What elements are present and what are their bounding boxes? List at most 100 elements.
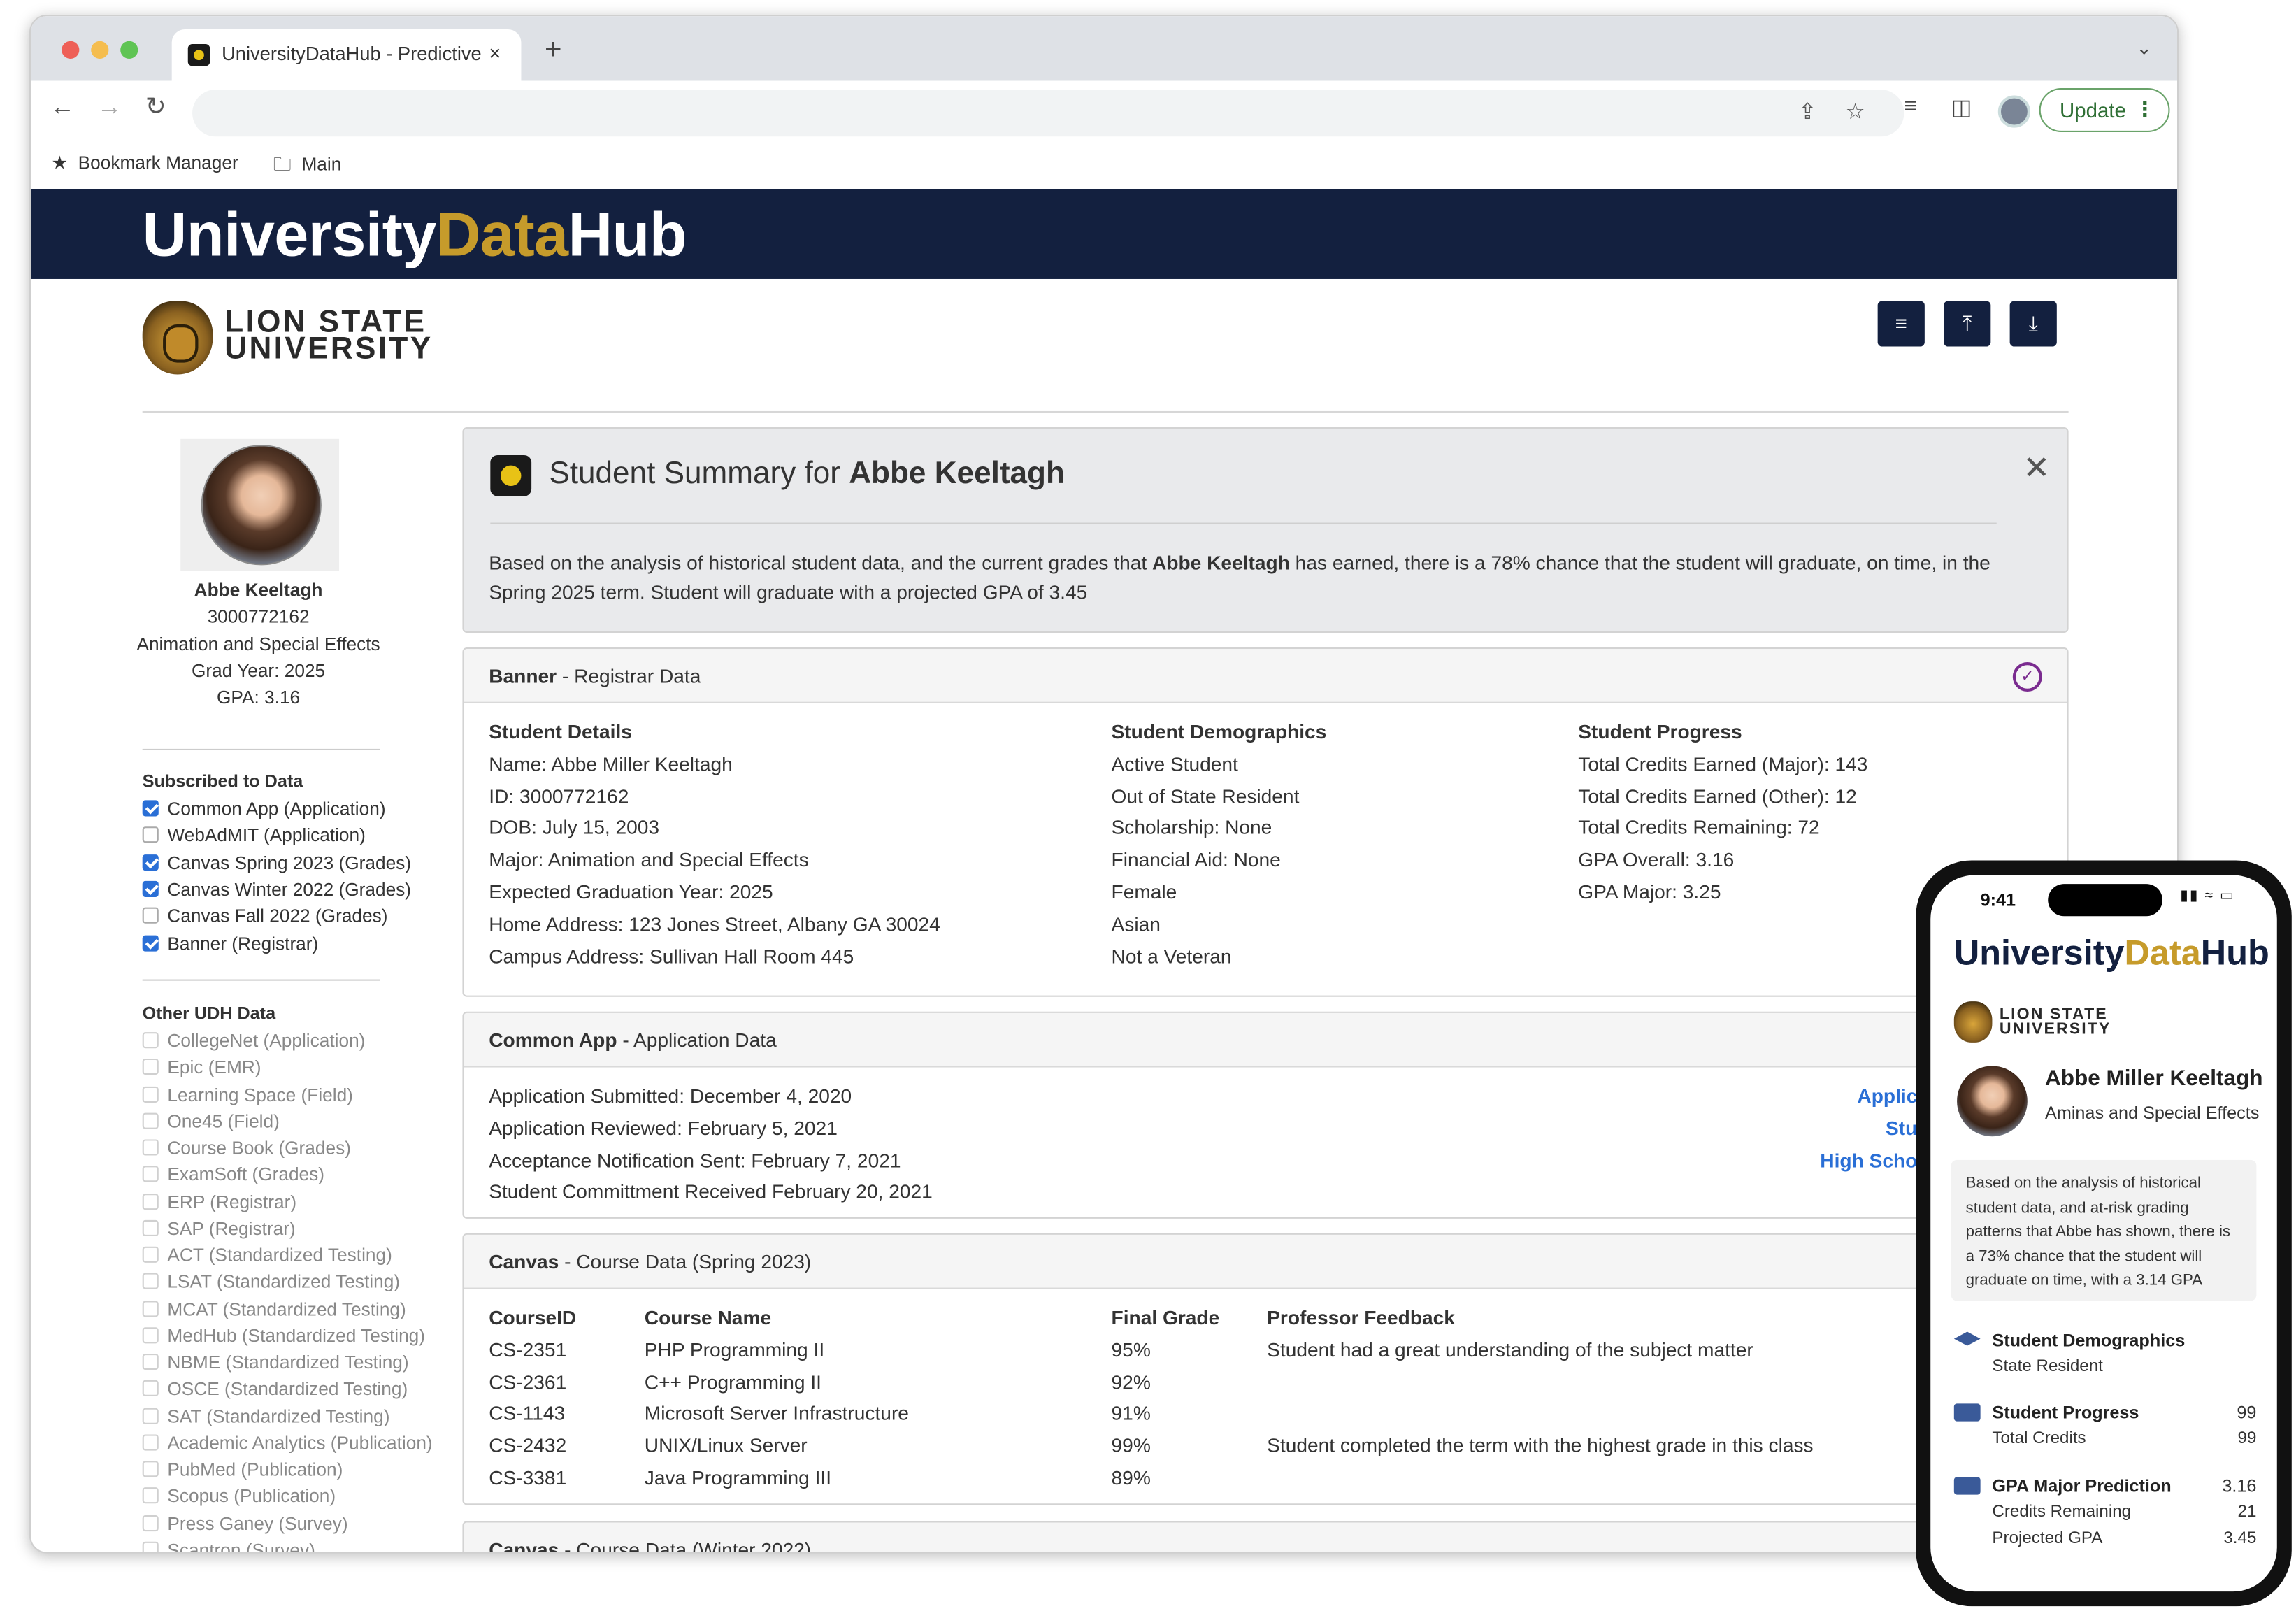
high-school-link[interactable]: High Scho (1820, 1145, 1917, 1177)
table-row[interactable]: CS-1143 Microsoft Server Infrastructure 91… (489, 1398, 2045, 1431)
student-link[interactable]: Stu (1886, 1112, 1917, 1145)
address-bar[interactable]: ⇪ ☆ (192, 90, 1904, 137)
other-data-item[interactable]: PubMed (Publication) (142, 1459, 343, 1480)
close-icon[interactable]: ✕ (2023, 450, 2051, 488)
maximize-window-button[interactable] (120, 41, 138, 59)
other-data-item[interactable]: Scopus (Publication) (142, 1487, 336, 1507)
profile-avatar[interactable] (1997, 95, 2031, 128)
canvas-spring-card-header[interactable]: Canvas - Course Data (Spring 2023) (464, 1234, 2067, 1289)
checkbox[interactable] (142, 1112, 159, 1129)
phone-gpa-section[interactable]: GPA Major Prediction 3.16 Credits Remain… (1953, 1475, 2256, 1563)
browser-tab[interactable]: UniversityDataHub - Predictive × (171, 29, 522, 81)
other-data-item[interactable]: Scantron (Survey) (142, 1540, 315, 1552)
banner-card-header[interactable]: Banner - Registrar Data (464, 649, 2067, 703)
other-data-item[interactable]: Academic Analytics (Publication) (142, 1433, 433, 1453)
update-button[interactable]: Update ⋮ (2039, 87, 2170, 132)
other-data-item[interactable]: ERP (Registrar) (142, 1191, 296, 1212)
upload-button[interactable]: ⤒ (1944, 301, 1991, 347)
checkbox[interactable] (142, 854, 159, 871)
canvas-winter-card-header[interactable]: Canvas - Course Data (Winter 2022) (464, 1522, 2067, 1552)
other-data-item[interactable]: MCAT (Standardized Testing) (142, 1298, 406, 1319)
other-data-item[interactable]: OSCE (Standardized Testing) (142, 1379, 408, 1400)
subscribed-item[interactable]: Canvas Spring 2023 (Grades) (142, 852, 411, 873)
student-progress-row: GPA Major: 3.25 (1578, 880, 1721, 903)
checkbox[interactable] (142, 1461, 159, 1477)
checkbox[interactable] (142, 1326, 159, 1343)
subscribed-item[interactable]: Canvas Fall 2022 (Grades) (142, 906, 388, 926)
minimize-window-button[interactable] (91, 41, 109, 59)
checkbox[interactable] (142, 908, 159, 924)
checkbox[interactable] (142, 1246, 159, 1263)
application-link[interactable]: Applic (1857, 1080, 1917, 1112)
student-detail-row: Campus Address: Sullivan Hall Room 445 (489, 945, 854, 967)
phone-progress-section[interactable]: Student Progress 99 Total Credits 99 (1953, 1402, 2256, 1461)
table-row[interactable]: CS-2432 UNIX/Linux Server 99% Student compl… (489, 1431, 2045, 1463)
brand-part-university: University (142, 199, 437, 269)
checkbox[interactable] (142, 1166, 159, 1182)
subscribed-item[interactable]: WebAdMIT (Application) (142, 826, 366, 846)
checkbox[interactable] (142, 1487, 159, 1504)
subscribed-item[interactable]: Banner (Registrar) (142, 933, 318, 954)
other-data-item[interactable]: Epic (EMR) (142, 1057, 261, 1078)
other-data-item-label: Epic (EMR) (167, 1057, 261, 1078)
other-data-item[interactable]: Press Ganey (Survey) (142, 1513, 348, 1533)
reload-icon[interactable]: ↻ (145, 92, 166, 122)
table-row[interactable]: CS-2361 C++ Programming II 92% (489, 1366, 2045, 1398)
brand-wordmark[interactable]: UniversityDataHub (143, 200, 687, 271)
checkbox[interactable] (142, 1059, 159, 1075)
forward-arrow-icon[interactable]: → (97, 92, 122, 122)
other-data-item[interactable]: CollegeNet (Application) (142, 1031, 365, 1051)
close-window-button[interactable] (62, 41, 80, 59)
checkbox[interactable] (142, 934, 159, 951)
checkbox[interactable] (142, 1085, 159, 1102)
subscribed-item[interactable]: Canvas Winter 2022 (Grades) (142, 880, 411, 900)
subscribed-item[interactable]: Common App (Application) (142, 799, 386, 819)
checkbox[interactable] (142, 1273, 159, 1290)
checkbox[interactable] (142, 1407, 159, 1424)
reading-list-icon[interactable]: ≡ (1904, 94, 1916, 119)
checkbox[interactable] (142, 826, 159, 843)
student-demographic-row: Financial Aid: None (1111, 849, 1281, 871)
sidebar-divider (142, 979, 380, 981)
checkbox[interactable] (142, 800, 159, 817)
back-arrow-icon[interactable]: ← (50, 92, 75, 122)
bookmark-manager-link[interactable]: ★ Bookmark Manager (51, 151, 238, 173)
other-data-item[interactable]: SAT (Standardized Testing) (142, 1406, 389, 1426)
checkbox[interactable] (142, 1514, 159, 1531)
checkbox[interactable] (142, 1541, 159, 1552)
other-data-item[interactable]: ACT (Standardized Testing) (142, 1245, 392, 1266)
checkbox[interactable] (142, 1219, 159, 1236)
student-detail-row: DOB: July 15, 2003 (489, 817, 660, 839)
other-data-item[interactable]: Learning Space (Field) (142, 1084, 353, 1105)
bookmark-star-icon[interactable]: ☆ (1845, 99, 1865, 125)
checkbox[interactable] (142, 1193, 159, 1210)
other-data-item[interactable]: MedHub (Standardized Testing) (142, 1326, 425, 1346)
tab-search-chevron-icon[interactable]: ⌄ (2136, 36, 2152, 60)
new-tab-button[interactable]: + (545, 34, 562, 67)
checkbox[interactable] (142, 1139, 159, 1156)
table-row[interactable]: CS-3381 Java Programming III 89% (489, 1462, 2045, 1494)
other-data-item[interactable]: Course Book (Grades) (142, 1138, 351, 1159)
checkbox[interactable] (142, 1380, 159, 1397)
other-data-item[interactable]: LSAT (Standardized Testing) (142, 1272, 400, 1292)
download-button[interactable]: ⤓ (2009, 301, 2057, 347)
tab-close-icon[interactable]: × (489, 41, 501, 65)
other-data-item[interactable]: ExamSoft (Grades) (142, 1165, 324, 1185)
table-row[interactable]: CS-2351 PHP Programming II 95% Student had … (489, 1334, 2045, 1366)
other-data-item[interactable]: NBME (Standardized Testing) (142, 1352, 409, 1373)
other-data-item[interactable]: SAP (Registrar) (142, 1218, 296, 1239)
phone-brand-wordmark[interactable]: UniversityDataHub (1954, 933, 2269, 975)
checkbox[interactable] (142, 1433, 159, 1451)
more-menu-icon[interactable]: ⋮ (2134, 97, 2155, 122)
bookmark-folder-main[interactable]: 🗀 Main (273, 151, 342, 182)
commonapp-card-header[interactable]: Common App - Application Data (464, 1012, 2067, 1068)
checkbox[interactable] (142, 1354, 159, 1370)
other-data-item[interactable]: One45 (Field) (142, 1111, 280, 1131)
checkbox[interactable] (142, 880, 159, 897)
share-icon[interactable]: ⇪ (1798, 99, 1816, 125)
checkbox[interactable] (142, 1300, 159, 1317)
checkbox[interactable] (142, 1032, 159, 1049)
menu-button[interactable]: ≡ (1877, 301, 1925, 347)
phone-demographics-section[interactable]: Student Demographics State Resident (1953, 1330, 2257, 1389)
side-panel-icon[interactable]: ◫ (1951, 94, 1972, 120)
